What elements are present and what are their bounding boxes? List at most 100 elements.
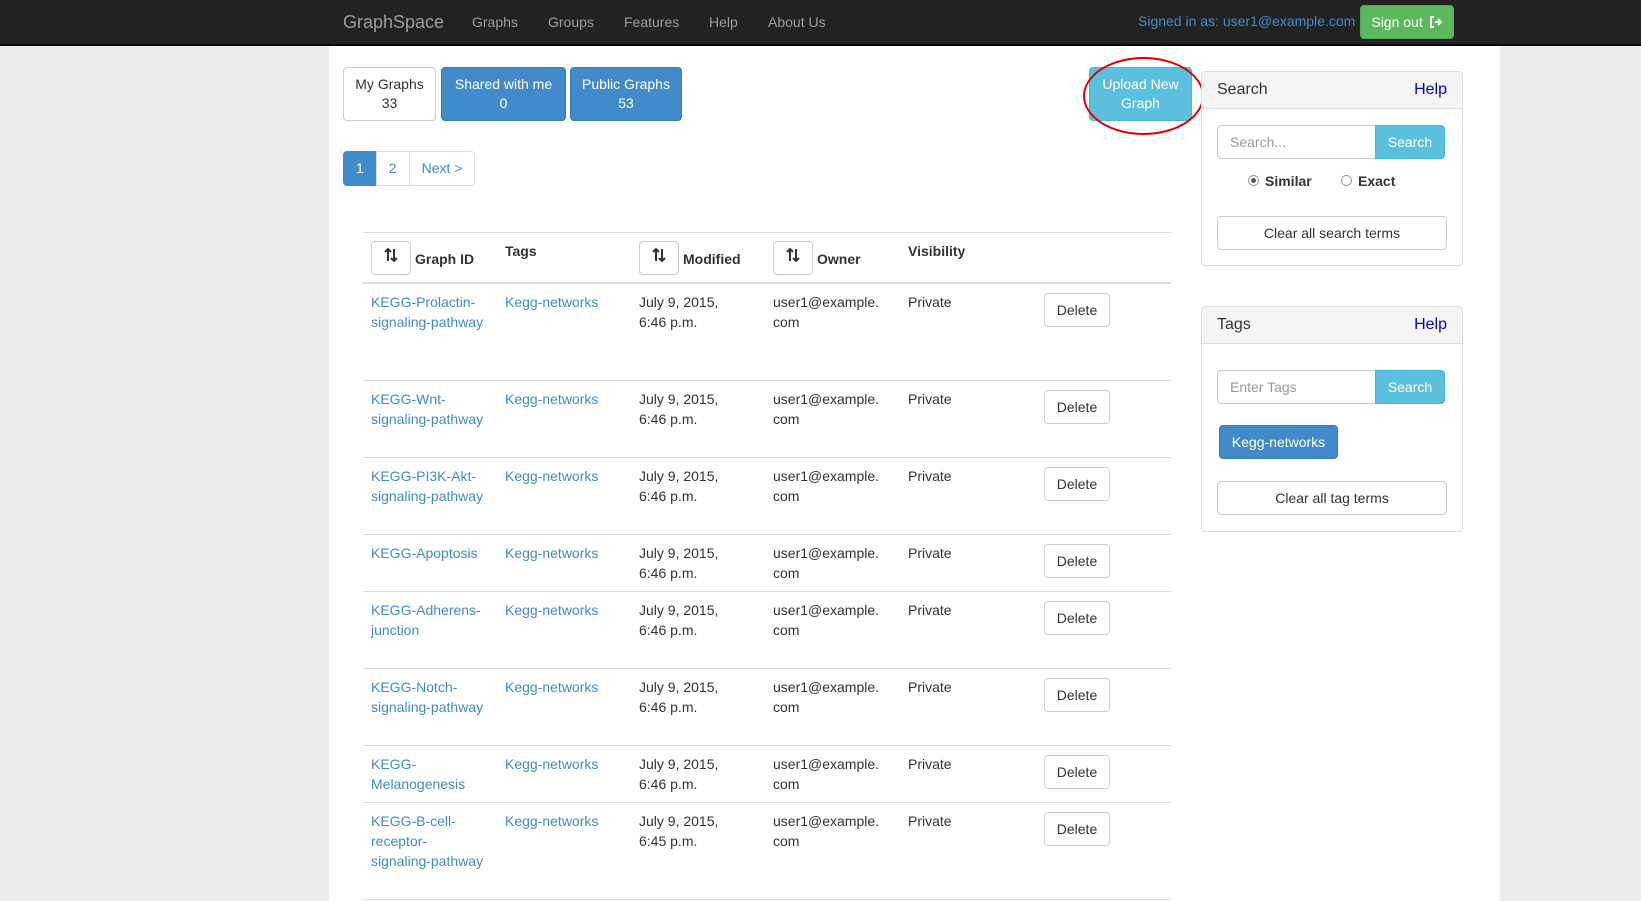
delete-button[interactable]: Delete (1044, 390, 1110, 424)
table-row: KEGG-Prolactin-signaling-pathway Kegg-ne… (363, 284, 1171, 381)
nav-features[interactable]: Features (624, 14, 679, 30)
tag-link[interactable]: Kegg-networks (505, 754, 598, 774)
delete-button[interactable]: Delete (1044, 755, 1110, 789)
search-button[interactable]: Search (1375, 125, 1445, 159)
delete-button[interactable]: Delete (1044, 293, 1110, 327)
tab-my-graphs-label: My Graphs (355, 76, 424, 92)
pagination: 1 2 Next > (343, 151, 476, 186)
visibility: Private (908, 813, 952, 829)
delete-button[interactable]: Delete (1044, 467, 1110, 501)
clear-search-terms-button[interactable]: Clear all search terms (1217, 216, 1447, 250)
signed-in-user[interactable]: Signed in as: user1@example.com (1138, 13, 1355, 29)
table-row: KEGG-Melanogenesis Kegg-networks July 9,… (363, 746, 1171, 803)
header-graph-id: Graph ID (415, 251, 475, 267)
nav-about-us[interactable]: About Us (768, 14, 826, 30)
page-next[interactable]: Next > (408, 151, 476, 186)
owner: user1@example.com (773, 813, 880, 849)
header-tags: Tags (505, 243, 537, 259)
tab-public-count: 53 (618, 95, 634, 111)
graph-id-link[interactable]: KEGG-Wnt-signaling-pathway (371, 389, 486, 429)
tag-link[interactable]: Kegg-networks (505, 292, 598, 312)
header-visibility: Visibility (908, 243, 966, 259)
header-modified: Modified (683, 251, 741, 267)
tab-shared-count: 0 (499, 95, 508, 111)
search-help-link[interactable]: Help (1414, 81, 1447, 99)
modified-date: July 9, 2015, 6:46 p.m. (639, 545, 719, 581)
page-2[interactable]: 2 (375, 151, 410, 186)
visibility: Private (908, 756, 952, 772)
sign-out-button[interactable]: Sign out (1360, 5, 1454, 39)
tags-panel-header: Tags Help (1202, 307, 1462, 344)
tag-link[interactable]: Kegg-networks (505, 466, 598, 486)
owner: user1@example.com (773, 679, 880, 715)
sort-icon (786, 247, 800, 263)
delete-button[interactable]: Delete (1044, 812, 1110, 846)
tab-public-graphs[interactable]: Public Graphs 53 (570, 67, 682, 121)
nav-groups[interactable]: Groups (548, 14, 594, 30)
owner: user1@example.com (773, 468, 880, 504)
radio-exact[interactable] (1341, 175, 1352, 186)
table-row: KEGG-Notch-signaling-pathway Kegg-networ… (363, 669, 1171, 746)
search-panel-header: Search Help (1202, 72, 1462, 109)
visibility: Private (908, 294, 952, 310)
tag-link[interactable]: Kegg-networks (505, 543, 598, 563)
table-row: KEGG-B-cell-receptor-signaling-pathway K… (363, 803, 1171, 900)
graph-id-link[interactable]: KEGG-B-cell-receptor-signaling-pathway (371, 811, 486, 871)
graphs-table: Graph ID Tags Modified Owner Visibility … (363, 232, 1171, 900)
table-row: KEGG-Adherens-junction Kegg-networks Jul… (363, 592, 1171, 669)
visibility: Private (908, 602, 952, 618)
clear-tag-terms-button[interactable]: Clear all tag terms (1217, 481, 1447, 515)
sort-owner-button[interactable] (773, 241, 813, 275)
tag-link[interactable]: Kegg-networks (505, 389, 598, 409)
tags-search-button[interactable]: Search (1375, 370, 1445, 404)
nav-help[interactable]: Help (709, 14, 738, 30)
delete-button[interactable]: Delete (1044, 601, 1110, 635)
brand-logo[interactable]: GraphSpace (343, 12, 444, 33)
sign-out-icon (1429, 16, 1443, 28)
tab-shared-with-me[interactable]: Shared with me 0 (441, 67, 566, 121)
modified-date: July 9, 2015, 6:46 p.m. (639, 602, 719, 638)
owner: user1@example.com (773, 391, 880, 427)
radio-similar[interactable] (1248, 175, 1259, 186)
tab-shared-label: Shared with me (454, 76, 553, 92)
owner: user1@example.com (773, 756, 880, 792)
upload-new-graph-button[interactable]: Upload New Graph (1089, 67, 1192, 121)
sort-graph-id-button[interactable] (371, 241, 411, 275)
tag-link[interactable]: Kegg-networks (505, 811, 598, 831)
sign-out-label: Sign out (1371, 14, 1423, 30)
graph-id-link[interactable]: KEGG-PI3K-Akt-signaling-pathway (371, 466, 486, 506)
tags-input[interactable]: Enter Tags (1217, 370, 1376, 404)
nav-graphs[interactable]: Graphs (472, 14, 518, 30)
upload-label-line2: Graph (1121, 95, 1160, 111)
radio-similar-label: Similar (1265, 173, 1312, 189)
table-header: Graph ID Tags Modified Owner Visibility (363, 232, 1171, 284)
table-row: KEGG-Apoptosis Kegg-networks July 9, 201… (363, 535, 1171, 592)
sort-icon (384, 247, 398, 263)
delete-button[interactable]: Delete (1044, 544, 1110, 578)
header-owner: Owner (817, 251, 861, 267)
search-input[interactable]: Search... (1217, 125, 1376, 159)
modified-date: July 9, 2015, 6:46 p.m. (639, 391, 719, 427)
graph-id-link[interactable]: KEGG-Melanogenesis (371, 754, 486, 794)
delete-button[interactable]: Delete (1044, 678, 1110, 712)
tags-panel: Tags Help Enter Tags Search Kegg-network… (1201, 306, 1463, 532)
sort-modified-button[interactable] (639, 241, 679, 275)
graph-id-link[interactable]: KEGG-Adherens-junction (371, 600, 486, 640)
graph-id-link[interactable]: KEGG-Prolactin-signaling-pathway (371, 292, 486, 332)
graph-id-link[interactable]: KEGG-Notch-signaling-pathway (371, 677, 486, 717)
visibility: Private (908, 545, 952, 561)
owner: user1@example.com (773, 294, 880, 330)
graph-id-link[interactable]: KEGG-Apoptosis (371, 543, 486, 563)
navbar: GraphSpace Graphs Groups Features Help A… (0, 0, 1641, 46)
search-panel-title: Search (1217, 81, 1268, 98)
page-1[interactable]: 1 (343, 151, 377, 186)
tags-help-link[interactable]: Help (1414, 316, 1447, 334)
tab-my-graphs[interactable]: My Graphs 33 (343, 67, 436, 121)
tag-chip-kegg-networks[interactable]: Kegg-networks (1219, 425, 1338, 459)
owner: user1@example.com (773, 545, 880, 581)
visibility: Private (908, 679, 952, 695)
tag-link[interactable]: Kegg-networks (505, 600, 598, 620)
visibility: Private (908, 468, 952, 484)
tag-link[interactable]: Kegg-networks (505, 677, 598, 697)
tab-my-graphs-count: 33 (381, 95, 398, 111)
